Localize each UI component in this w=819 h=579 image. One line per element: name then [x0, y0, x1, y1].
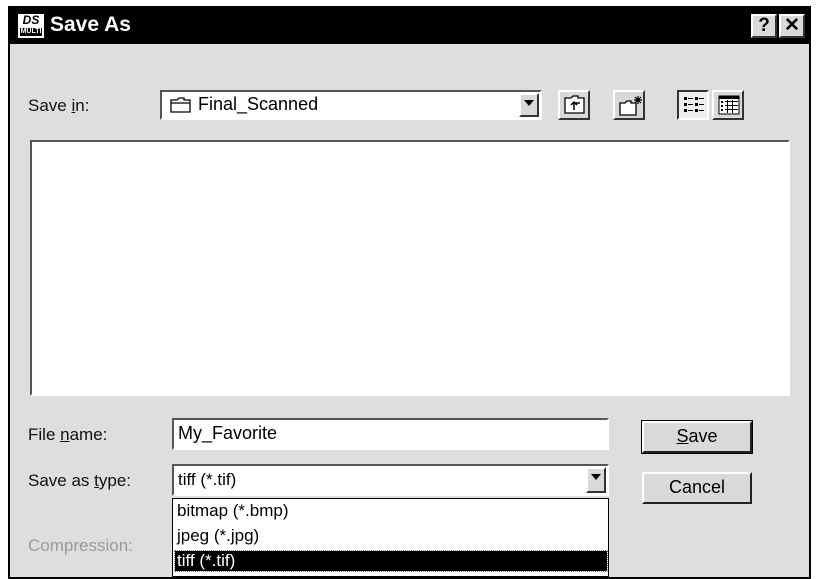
file-list[interactable]	[30, 140, 790, 396]
app-icon-text: DS	[22, 13, 40, 27]
up-one-level-button[interactable]	[558, 90, 590, 120]
app-icon-subtext: MULTI	[20, 28, 42, 36]
save-in-value: Final_Scanned	[198, 94, 319, 114]
close-button[interactable]: ✕	[779, 14, 805, 38]
chevron-down-icon	[524, 100, 534, 106]
save-as-type-label: Save as type:	[28, 471, 132, 490]
chevron-down-icon	[591, 474, 601, 480]
folder-icon	[170, 97, 192, 119]
app-icon: DS MULTI	[18, 14, 44, 38]
option-bitmap[interactable]: bitmap (*.bmp)	[177, 501, 288, 521]
save-as-type-options[interactable]: bitmap (*.bmp) jpeg (*.jpg) tiff (*.tif)	[172, 498, 609, 577]
file-name-value: My_Favorite	[178, 423, 278, 443]
save-as-type-dropdown-arrow[interactable]	[586, 467, 606, 493]
help-button[interactable]: ?	[751, 14, 777, 38]
option-tiff[interactable]: tiff (*.tif)	[174, 550, 608, 572]
title-bar[interactable]: DS MULTI Save As ? ✕	[10, 8, 809, 44]
save-in-label: Save in:	[28, 96, 90, 115]
compression-label: Compression:	[28, 536, 133, 555]
option-jpeg[interactable]: jpeg (*.jpg)	[177, 526, 259, 546]
save-in-dropdown[interactable]: Final_Scanned	[160, 90, 542, 120]
details-view-button[interactable]	[712, 90, 744, 120]
save-as-type-dropdown[interactable]: tiff (*.tif)	[172, 464, 609, 496]
file-name-label: File name:	[28, 425, 108, 444]
new-folder-button[interactable]	[613, 90, 645, 120]
window-title: Save As	[50, 13, 131, 36]
save-as-type-value: tiff (*.tif)	[178, 470, 237, 489]
cancel-button[interactable]: Cancel	[642, 472, 752, 504]
file-name-input[interactable]: My_Favorite	[172, 418, 609, 450]
list-view-button[interactable]	[677, 90, 709, 120]
save-as-dialog: DS MULTI Save As ? ✕ Save in: Final_Scan…	[8, 6, 811, 579]
save-button[interactable]: Save	[641, 420, 753, 454]
save-in-dropdown-arrow[interactable]	[519, 93, 539, 117]
